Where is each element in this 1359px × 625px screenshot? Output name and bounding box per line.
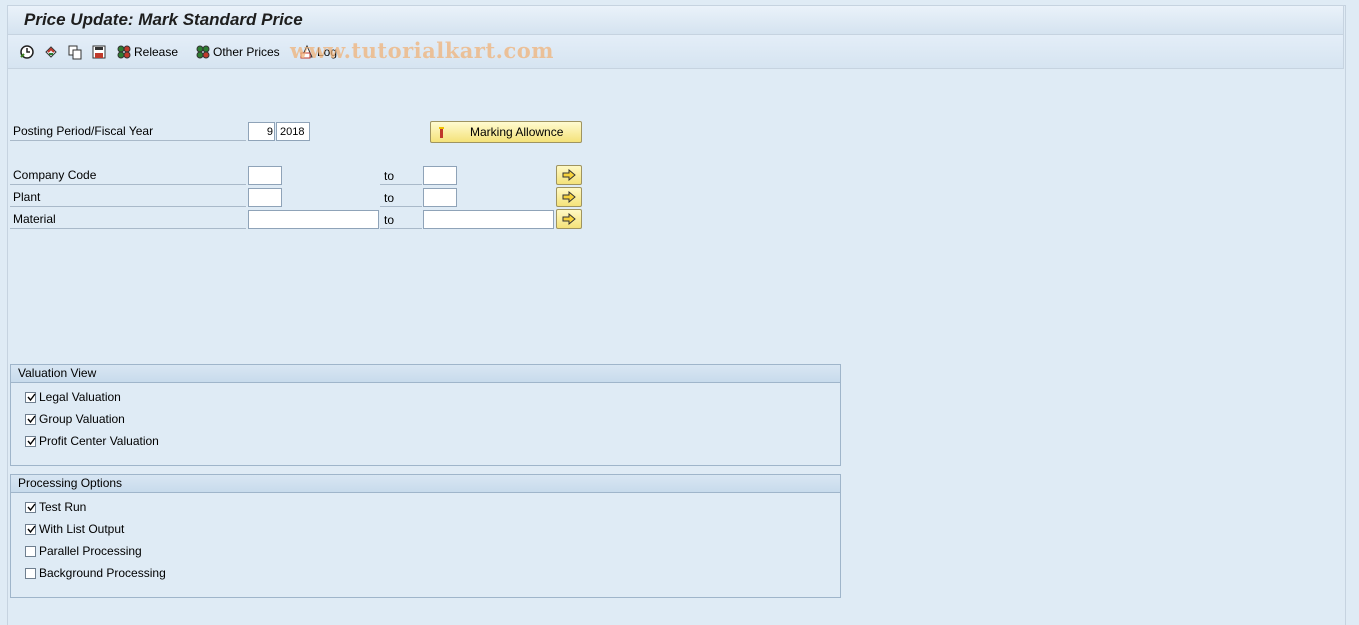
release-icon	[117, 45, 131, 59]
with-list-output-checkbox[interactable]: With List Output	[25, 521, 124, 537]
company-code-multiple-selection-button[interactable]	[556, 165, 582, 185]
execute-button[interactable]	[19, 43, 35, 61]
execute-icon	[20, 45, 34, 59]
plant-label: Plant	[10, 189, 246, 207]
parallel-processing-checkbox[interactable]: Parallel Processing	[25, 543, 142, 559]
copy-icon	[68, 45, 82, 60]
to-underline	[380, 184, 422, 185]
release-label: Release	[134, 45, 179, 59]
profit-center-valuation-label: Profit Center Valuation	[39, 434, 159, 448]
title-bar: Price Update: Mark Standard Price	[7, 5, 1344, 35]
fiscal-year-field[interactable]	[276, 122, 310, 141]
marking-allowance-label: Marking Allownce	[470, 125, 564, 139]
get-variant-icon	[45, 46, 57, 58]
test-run-label: Test Run	[39, 500, 87, 514]
processing-options-group: Processing Options Test Run With List Ou…	[10, 474, 841, 598]
other-prices-button[interactable]: Other Prices	[195, 43, 280, 61]
other-prices-icon	[196, 45, 210, 59]
save-button[interactable]	[91, 43, 107, 61]
other-prices-label: Other Prices	[213, 45, 280, 59]
background-processing-checkbox[interactable]: Background Processing	[25, 565, 166, 581]
posting-period-field[interactable]	[248, 122, 275, 141]
checkbox-box[interactable]	[25, 413, 36, 425]
checkbox-box[interactable]	[25, 391, 36, 403]
group-valuation-checkbox[interactable]: Group Valuation	[25, 411, 125, 427]
checkbox-box[interactable]	[25, 501, 36, 513]
to-label: to	[384, 169, 395, 183]
posting-period-label: Posting Period/Fiscal Year	[10, 123, 246, 141]
legal-valuation-checkbox[interactable]: Legal Valuation	[25, 389, 121, 405]
release-button[interactable]: Release	[116, 43, 178, 61]
arrow-right-icon	[562, 169, 576, 181]
save-icon	[92, 45, 106, 59]
check-icon	[27, 503, 36, 511]
application-toolbar: Release Other Prices Log	[7, 35, 1344, 69]
marking-allowance-icon	[439, 127, 444, 138]
material-multiple-selection-button[interactable]	[556, 209, 582, 229]
parallel-processing-label: Parallel Processing	[39, 544, 142, 558]
plant-multiple-selection-button[interactable]	[556, 187, 582, 207]
plant-to-field[interactable]	[423, 188, 457, 207]
company-code-from-field[interactable]	[248, 166, 282, 185]
checkbox-box[interactable]	[25, 523, 36, 535]
checkbox-box[interactable]	[25, 435, 36, 447]
group-valuation-label: Group Valuation	[39, 412, 125, 426]
test-run-checkbox[interactable]: Test Run	[25, 499, 86, 515]
valuation-view-group: Valuation View Legal Valuation Group Val…	[10, 364, 841, 466]
to-label: to	[384, 191, 395, 205]
get-variant-button[interactable]	[43, 43, 59, 61]
checkbox-box[interactable]	[25, 567, 36, 579]
check-icon	[27, 393, 36, 401]
material-from-field[interactable]	[248, 210, 379, 229]
to-label: to	[384, 213, 395, 227]
with-list-output-label: With List Output	[39, 522, 125, 536]
marking-allowance-button[interactable]: Marking Allownce	[430, 121, 582, 143]
page-title: Price Update: Mark Standard Price	[24, 10, 303, 29]
processing-options-title: Processing Options	[11, 475, 840, 493]
profit-center-valuation-checkbox[interactable]: Profit Center Valuation	[25, 433, 159, 449]
company-code-to-field[interactable]	[423, 166, 457, 185]
legal-valuation-label: Legal Valuation	[39, 390, 121, 404]
material-label: Material	[10, 211, 246, 229]
valuation-view-title: Valuation View	[11, 365, 840, 383]
plant-from-field[interactable]	[248, 188, 282, 207]
check-icon	[27, 437, 36, 445]
checkbox-box[interactable]	[25, 545, 36, 557]
check-icon	[27, 525, 36, 533]
company-code-label: Company Code	[10, 167, 246, 185]
to-underline	[380, 228, 422, 229]
arrow-right-icon	[562, 213, 576, 225]
background-processing-label: Background Processing	[39, 566, 166, 580]
to-underline	[380, 206, 422, 207]
check-icon	[27, 415, 36, 423]
material-to-field[interactable]	[423, 210, 554, 229]
watermark: www.tutorialkart.com	[290, 38, 554, 63]
arrow-right-icon	[562, 191, 576, 203]
copy-button[interactable]	[67, 43, 83, 61]
